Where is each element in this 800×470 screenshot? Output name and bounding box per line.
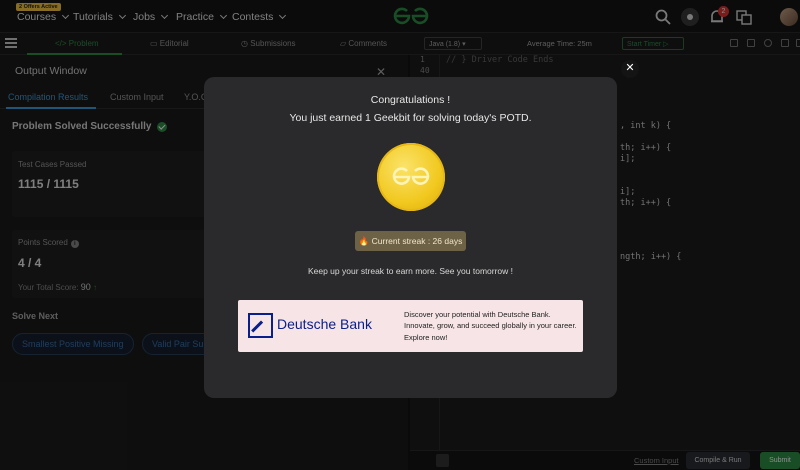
streak-badge: 🔥 Current streak : 26 days <box>355 231 466 251</box>
streak-message: Keep up your streak to earn more. See yo… <box>307 266 514 276</box>
modal-title: Congratulations ! <box>370 94 451 106</box>
ad-text: Discover your potential with Deutsche Ba… <box>404 310 577 342</box>
modal-close-icon[interactable]: ✕ <box>621 60 639 78</box>
gfg-coin-mark-icon <box>392 167 430 185</box>
deutsche-bank-logo-icon <box>248 313 273 338</box>
congratulations-modal: Congratulations ! You just earned 1 Geek… <box>204 77 617 398</box>
geekbit-coin-icon <box>377 143 445 211</box>
deutsche-bank-ad[interactable]: Deutsche Bank Discover your potential wi… <box>238 300 583 352</box>
ad-brand-name: Deutsche Bank <box>277 316 372 332</box>
modal-message: You just earned 1 Geekbit for solving to… <box>289 112 532 124</box>
